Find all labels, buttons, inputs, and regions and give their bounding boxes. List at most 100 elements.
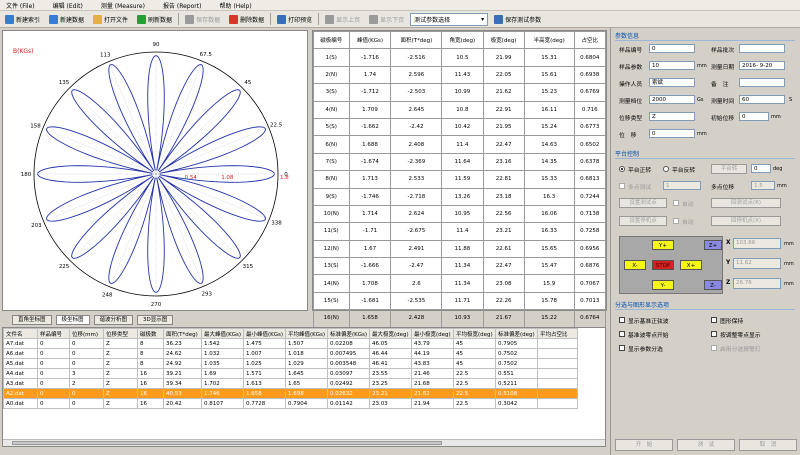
disp-type-select[interactable]: Z: [649, 112, 695, 121]
stats-cell: 2.6: [390, 274, 443, 293]
display-option-checkbox[interactable]: [619, 345, 625, 351]
table-row[interactable]: A0.dat 0 0 Z 16 20.42 0.8107 0.7728 0.7904 0.0114…: [3, 398, 578, 409]
param-input[interactable]: 10: [649, 61, 695, 70]
save-params-button[interactable]: 保存测试参数: [491, 13, 544, 26]
init-disp-input[interactable]: 0: [739, 112, 769, 121]
multi-test-select[interactable]: 1: [663, 181, 701, 190]
tab-1[interactable]: 极坐标图: [55, 314, 90, 325]
toolbar-button-4[interactable]: 保存数据: [182, 13, 223, 26]
tab-3[interactable]: 3D显示图: [137, 314, 174, 325]
multi-disp-label: 多点位移: [711, 185, 735, 191]
table-row[interactable]: A7.dat 0 0 Z 8 36.23 1.542 1.475 1.507 0.02208 46.…: [3, 338, 578, 349]
polar-angle-label: 293: [202, 292, 213, 298]
chart-tabs: 直角坐标图 极坐标图 谐波分析图 3D显示图: [2, 313, 606, 326]
rotate-input[interactable]: 0: [751, 164, 771, 173]
range-select[interactable]: 2000: [649, 95, 695, 104]
table-row[interactable]: A2.dat 0 0 Z 16 40.53 1.746 1.658 1.698 0.02632 23…: [3, 388, 578, 399]
toolbar-button-6[interactable]: 打印预览: [274, 13, 315, 26]
horizontal-scrollbar[interactable]: [3, 439, 605, 446]
auto-stop-checkbox[interactable]: [673, 218, 679, 224]
return-test-point-button[interactable]: 回测试点(R): [711, 198, 781, 208]
grid-cell: A0.dat: [3, 398, 38, 409]
grid-cell: 22.5: [453, 368, 496, 379]
interval-input[interactable]: 60: [739, 95, 785, 104]
grid-cell: 0.02492: [327, 378, 370, 389]
open-folder-icon: [93, 14, 103, 24]
multi-disp-input[interactable]: 1.5: [751, 181, 775, 190]
stats-header: 峰值(KGs): [348, 30, 392, 50]
menu-item-0[interactable]: 文件 (File): [6, 1, 35, 10]
operator-input[interactable]: 索斌: [649, 78, 695, 87]
polar-angle-label: 158: [30, 123, 41, 129]
tab-0[interactable]: 直角坐标图: [12, 314, 52, 325]
stats-cell: 21.95: [482, 117, 525, 137]
grid-cell: 2: [69, 378, 104, 389]
set-stop-point-button[interactable]: 设置停机点: [619, 216, 667, 226]
stop-button[interactable]: STOP: [652, 260, 674, 270]
z-plus-button[interactable]: Z+: [704, 240, 722, 250]
date-picker[interactable]: 2016- 9-20: [739, 61, 785, 70]
action-button-1[interactable]: 测 试: [677, 439, 735, 451]
table-row[interactable]: A6.dat 0 0 Z 8 24.62 1.032 1.007 1.018 0.007495 46…: [3, 348, 578, 359]
y-minus-button[interactable]: Y-: [652, 280, 674, 290]
auto-test-checkbox[interactable]: [673, 200, 679, 206]
polar-gridline: [155, 87, 243, 175]
ccw-label: 平台反转: [672, 168, 696, 174]
toolbar-button-1[interactable]: 新建数据: [46, 13, 87, 26]
menu-item-4[interactable]: 帮助 (Help): [219, 1, 251, 10]
remark-input[interactable]: [739, 78, 785, 87]
scroll-thumb[interactable]: [12, 441, 442, 445]
ccw-radio[interactable]: [663, 166, 669, 172]
tab-2[interactable]: 谐波分析图: [93, 314, 134, 325]
stats-cell: 14.35: [523, 152, 575, 172]
z-minus-button[interactable]: Z-: [704, 280, 722, 290]
display-option-checkbox[interactable]: [619, 331, 625, 337]
toolbar-button-8[interactable]: 显示下页: [366, 13, 407, 26]
batch-input[interactable]: [739, 44, 785, 53]
stats-cell: 23.21: [482, 222, 525, 241]
action-button-0[interactable]: 开 始: [615, 439, 673, 451]
stats-row: 13(S) -1.666 -2.47 11.34 22.47 15.47 0.6876: [313, 257, 607, 276]
y-plus-button[interactable]: Y+: [652, 240, 674, 250]
grid-cell: 0.5211: [495, 378, 538, 389]
table-row[interactable]: A4.dat 0 3 Z 16 39.21 1.69 1.571 1.645 0.03097 23.…: [3, 368, 578, 379]
x-minus-button[interactable]: X-: [624, 260, 646, 270]
display-option-checkbox[interactable]: [711, 345, 717, 351]
disp-input[interactable]: 0: [649, 129, 695, 138]
polar-angle-label: 315: [243, 264, 254, 270]
param-select-combo[interactable]: 测试参数选择 ▾: [410, 12, 489, 26]
toolbar-button-7[interactable]: 显示上页: [322, 13, 363, 26]
grid-header: 最小峰值(KGs): [243, 328, 286, 339]
cw-radio[interactable]: [619, 166, 625, 172]
display-option-checkbox[interactable]: [619, 317, 625, 323]
rotate-button[interactable]: 平台转: [711, 164, 747, 174]
menu-item-3[interactable]: 报告 (Report): [163, 1, 201, 10]
grid-header: 最大极宽(deg): [369, 328, 412, 339]
table-row[interactable]: A3.dat 0 2 Z 16 39.34 1.702 1.613 1.65 0.02492 23.…: [3, 378, 578, 389]
polar-gridline: [42, 128, 157, 175]
set-test-point-button[interactable]: 设置测试点: [619, 198, 667, 208]
action-button-2[interactable]: 取 消: [739, 439, 797, 451]
stats-cell: 1.713: [348, 170, 392, 189]
menu-item-1[interactable]: 编辑 (Edit): [53, 1, 83, 10]
stats-cell: 2.596: [390, 65, 443, 85]
operator-label: 操作人员: [619, 82, 643, 88]
prev-page-icon: [325, 14, 335, 24]
sample-no-label: 样品编号: [619, 48, 643, 54]
date-label: 测量日期: [711, 65, 735, 71]
x-plus-button[interactable]: X+: [680, 260, 702, 270]
grid-cell: 23.25: [369, 378, 412, 389]
display-option-checkbox[interactable]: [711, 317, 717, 323]
z-axis-label: Z: [726, 280, 731, 286]
toolbar-button-5[interactable]: 删除数据: [226, 13, 267, 26]
return-stop-point-button[interactable]: 回停机点(X): [711, 216, 781, 226]
multi-test-checkbox[interactable]: [619, 183, 625, 189]
table-row[interactable]: A5.dat 0 0 Z 8 24.92 1.035 1.025 1.029 0.003548 46…: [3, 358, 578, 369]
display-option-checkbox[interactable]: [711, 331, 717, 337]
toolbar-button-3[interactable]: 刷新数据: [134, 13, 175, 26]
sample-no-input[interactable]: 0: [649, 44, 695, 53]
toolbar-button-2[interactable]: 打开文件: [90, 13, 131, 26]
toolbar-button-0[interactable]: 新建索引: [2, 13, 43, 26]
stats-cell: 10.5: [441, 48, 484, 67]
menu-item-2[interactable]: 测量 (Measure): [101, 1, 145, 10]
